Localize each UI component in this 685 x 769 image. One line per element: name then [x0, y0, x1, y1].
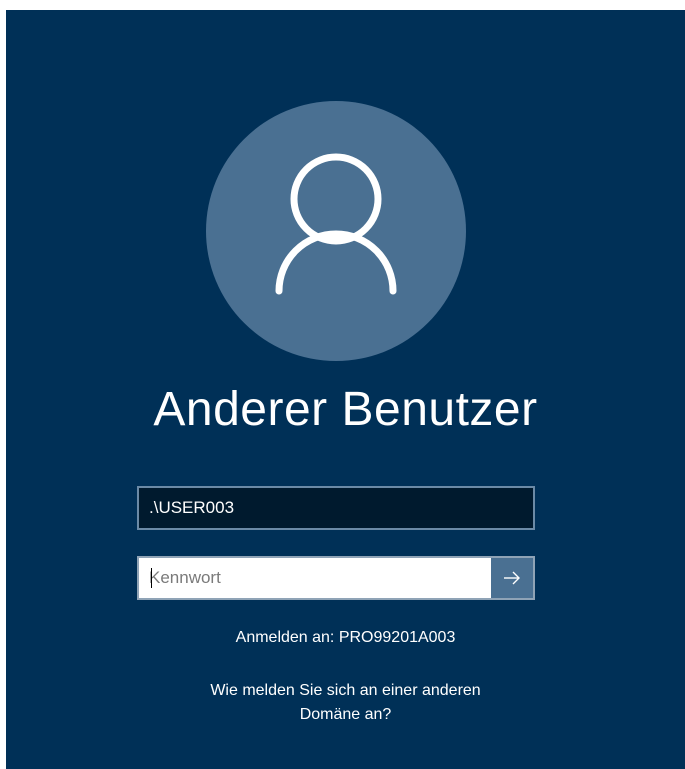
- text-caret: [151, 568, 152, 588]
- password-input[interactable]: [139, 558, 491, 598]
- submit-button[interactable]: [491, 558, 533, 598]
- other-domain-link-line1: Wie melden Sie sich an einer anderen: [210, 682, 481, 699]
- arrow-right-icon: [504, 571, 520, 585]
- username-input[interactable]: [139, 488, 533, 528]
- login-screen: Anderer Benutzer Anmelden an: PRO99201A0…: [6, 10, 685, 769]
- user-display-name: Anderer Benutzer: [153, 383, 538, 436]
- password-field-container: [137, 556, 535, 600]
- username-field-container: [137, 486, 535, 530]
- other-domain-link-line2: Domäne an?: [299, 706, 392, 723]
- user-silhouette-icon: [275, 153, 397, 295]
- other-domain-link[interactable]: Wie melden Sie sich an einer anderen Dom…: [6, 679, 685, 727]
- avatar: [206, 101, 466, 361]
- sign-in-to-label: Anmelden an: PRO99201A003: [235, 629, 456, 646]
